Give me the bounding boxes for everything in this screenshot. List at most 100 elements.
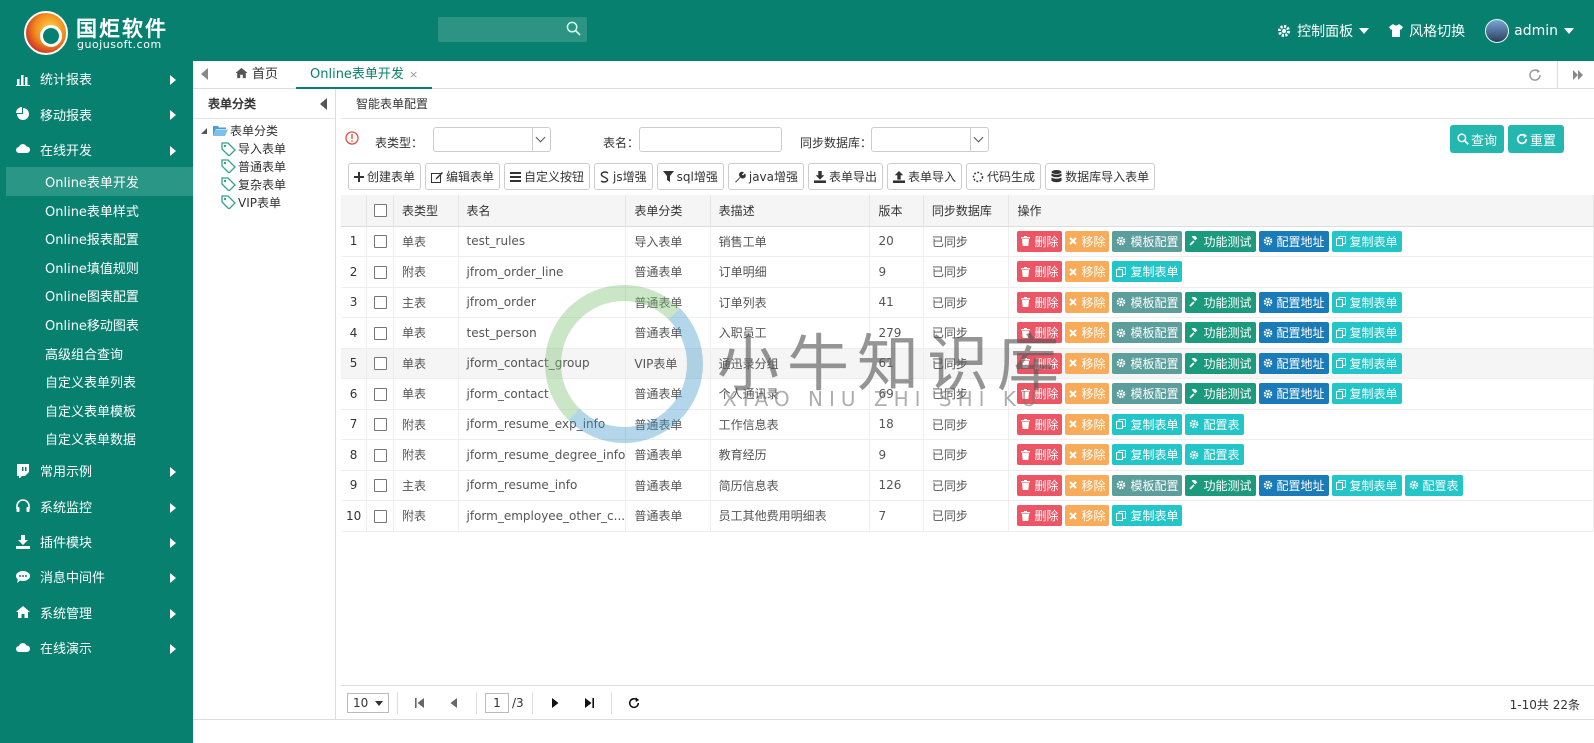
template-config-button[interactable]: 模板配置 — [1112, 474, 1183, 496]
code-generate-button[interactable]: 代码生成 — [966, 163, 1042, 190]
search-icon[interactable] — [566, 21, 581, 36]
table-row[interactable]: 4 单表 test_person 普通表单 入职员工 279 已同步 删除 移除 模板配置 功能测试… — [341, 317, 1594, 349]
delete-button[interactable]: 删除 — [1017, 230, 1063, 252]
edit-form-button[interactable]: 编辑表单 — [425, 163, 501, 190]
header-select-all[interactable] — [366, 195, 395, 227]
collapse-left-icon[interactable] — [320, 98, 327, 110]
function-test-button[interactable]: 功能测试 — [1185, 352, 1256, 374]
sidebar-sub-online-form-dev[interactable]: Online表单开发 — [6, 167, 193, 196]
db-import-form-button[interactable]: 数据库导入表单 — [1045, 163, 1156, 190]
template-config-button[interactable]: 模板配置 — [1112, 322, 1183, 344]
sidebar-item-online-dev[interactable]: 在线开发 — [0, 132, 193, 167]
copy-form-button[interactable]: 复制表单 — [1331, 322, 1402, 344]
prev-page-button[interactable] — [444, 693, 464, 713]
sidebar-item-plugins[interactable]: 插件模块 — [0, 524, 193, 559]
next-page-button[interactable] — [545, 693, 565, 713]
table-row[interactable]: 2 附表 jfrom_order_line 普通表单 订单明细 9 已同步 删除 移除 复制表单 — [341, 256, 1594, 288]
row-checkbox[interactable] — [374, 387, 388, 401]
config-address-button[interactable]: 配置地址 — [1258, 474, 1329, 496]
reload-button[interactable] — [624, 693, 644, 713]
table-row[interactable]: 5 单表 jform_contact_group VIP表单 通迅录分组 61 已同步 删除 移… — [341, 348, 1594, 379]
function-test-button[interactable]: 功能测试 — [1185, 474, 1256, 496]
config-table-button[interactable]: 配置表 — [1185, 413, 1244, 435]
config-address-button[interactable]: 配置地址 — [1258, 383, 1329, 405]
sidebar-item-online-demo[interactable]: 在线演示 — [0, 630, 193, 665]
sidebar-item-stat-report[interactable]: 统计报表 — [0, 61, 193, 96]
style-switch-button[interactable]: 风格切换 — [1389, 21, 1465, 41]
copy-form-button[interactable]: 复制表单 — [1112, 413, 1183, 435]
function-test-button[interactable]: 功能测试 — [1185, 291, 1256, 313]
template-config-button[interactable]: 模板配置 — [1112, 383, 1183, 405]
remove-button[interactable]: 移除 — [1065, 413, 1110, 435]
tree-node-import-form[interactable]: 导入表单 — [198, 140, 335, 158]
table-row[interactable]: 6 单表 jform_contact 普通表单 个人通讯录 69 已同步 删除 移除 模板配置 功能… — [341, 378, 1594, 410]
import-form-button[interactable]: 表单导入 — [887, 163, 963, 190]
tree-node-complex-form[interactable]: 复杂表单 — [198, 175, 335, 193]
refresh-icon[interactable] — [1528, 68, 1542, 82]
sidebar-item-system-admin[interactable]: 系统管理 — [0, 595, 193, 630]
delete-button[interactable]: 删除 — [1017, 352, 1063, 374]
tree-node-normal-form[interactable]: 普通表单 — [198, 158, 335, 176]
header-table-desc[interactable]: 表描述 — [710, 195, 871, 227]
close-icon[interactable]: × — [409, 68, 418, 81]
copy-form-button[interactable]: 复制表单 — [1331, 383, 1402, 405]
table-name-input[interactable] — [639, 127, 782, 152]
sidebar-sub-online-chart-config[interactable]: Online图表配置 — [0, 282, 193, 311]
page-number-input[interactable]: 1 — [485, 692, 509, 713]
copy-form-button[interactable]: 复制表单 — [1331, 352, 1402, 374]
reset-button[interactable]: 重置 — [1508, 125, 1564, 153]
sql-enhance-button[interactable]: sql增强 — [656, 163, 724, 190]
header-table-type[interactable]: 表类型 — [393, 195, 459, 227]
remove-button[interactable]: 移除 — [1065, 474, 1110, 496]
config-address-button[interactable]: 配置地址 — [1258, 322, 1329, 344]
sidebar-sub-custom-form-data[interactable]: 自定义表单数据 — [0, 425, 193, 454]
remove-button[interactable]: 移除 — [1065, 230, 1110, 252]
select-all-checkbox[interactable] — [374, 204, 388, 218]
row-checkbox[interactable] — [374, 326, 388, 340]
export-form-button[interactable]: 表单导出 — [808, 163, 884, 190]
row-checkbox[interactable] — [374, 509, 388, 523]
header-version[interactable]: 版本 — [869, 195, 924, 227]
row-checkbox[interactable] — [374, 448, 388, 462]
config-table-button[interactable]: 配置表 — [1404, 474, 1463, 496]
query-button[interactable]: 查询 — [1450, 125, 1504, 153]
delete-button[interactable]: 删除 — [1017, 322, 1063, 344]
copy-form-button[interactable]: 复制表单 — [1331, 230, 1402, 252]
remove-button[interactable]: 移除 — [1065, 505, 1110, 527]
delete-button[interactable]: 删除 — [1017, 413, 1063, 435]
table-row[interactable]: 10 附表 jform_employee_other_c... 普通表单 员工其他费用明… — [341, 500, 1594, 532]
brand-logo[interactable]: 国炬软件 guojusoft.com — [24, 11, 224, 55]
function-test-button[interactable]: 功能测试 — [1185, 322, 1256, 344]
delete-button[interactable]: 删除 — [1017, 261, 1063, 283]
page-size-select[interactable]: 10 — [347, 692, 389, 713]
remove-button[interactable]: 移除 — [1065, 444, 1110, 466]
tree-node-root[interactable]: 表单分类 — [198, 122, 335, 140]
copy-form-button[interactable]: 复制表单 — [1112, 444, 1183, 466]
delete-button[interactable]: 删除 — [1017, 505, 1063, 527]
last-page-button[interactable] — [579, 693, 599, 713]
sidebar-sub-online-form-style[interactable]: Online表单样式 — [0, 196, 193, 225]
tab-scroll-left-icon[interactable] — [201, 68, 208, 80]
table-row[interactable]: 3 主表 jfrom_order 普通表单 订单列表 41 已同步 删除 移除 模板配置 功能测试 配… — [341, 287, 1594, 318]
control-panel-menu[interactable]: 控制面板 — [1277, 21, 1370, 41]
delete-button[interactable]: 删除 — [1017, 383, 1063, 405]
remove-button[interactable]: 移除 — [1065, 322, 1110, 344]
tree-node-vip-form[interactable]: VIP表单 — [198, 193, 335, 211]
remove-button[interactable]: 移除 — [1065, 291, 1110, 313]
tab-home[interactable]: 首页 — [235, 61, 278, 89]
delete-button[interactable]: 删除 — [1017, 444, 1063, 466]
sidebar-sub-online-report-config[interactable]: Online报表配置 — [0, 224, 193, 253]
table-type-select[interactable] — [433, 127, 551, 152]
config-address-button[interactable]: 配置地址 — [1258, 352, 1329, 374]
sidebar-sub-custom-form-list[interactable]: 自定义表单列表 — [0, 367, 193, 396]
delete-button[interactable]: 删除 — [1017, 474, 1063, 496]
header-form-category[interactable]: 表单分类 — [625, 195, 711, 227]
sidebar-sub-online-mobile-chart[interactable]: Online移动图表 — [0, 310, 193, 339]
header-search-input[interactable] — [438, 17, 562, 42]
sidebar-item-message-middleware[interactable]: 消息中间件 — [0, 559, 193, 594]
sidebar-sub-online-fill-rule[interactable]: Online填值规则 — [0, 253, 193, 282]
table-row[interactable]: 1 单表 test_rules 导入表单 销售工单 20 已同步 删除 移除 模板配置 功能测试 配置… — [341, 226, 1594, 257]
row-checkbox[interactable] — [374, 265, 388, 279]
sync-db-select[interactable] — [871, 127, 989, 152]
copy-form-button[interactable]: 复制表单 — [1112, 261, 1183, 283]
